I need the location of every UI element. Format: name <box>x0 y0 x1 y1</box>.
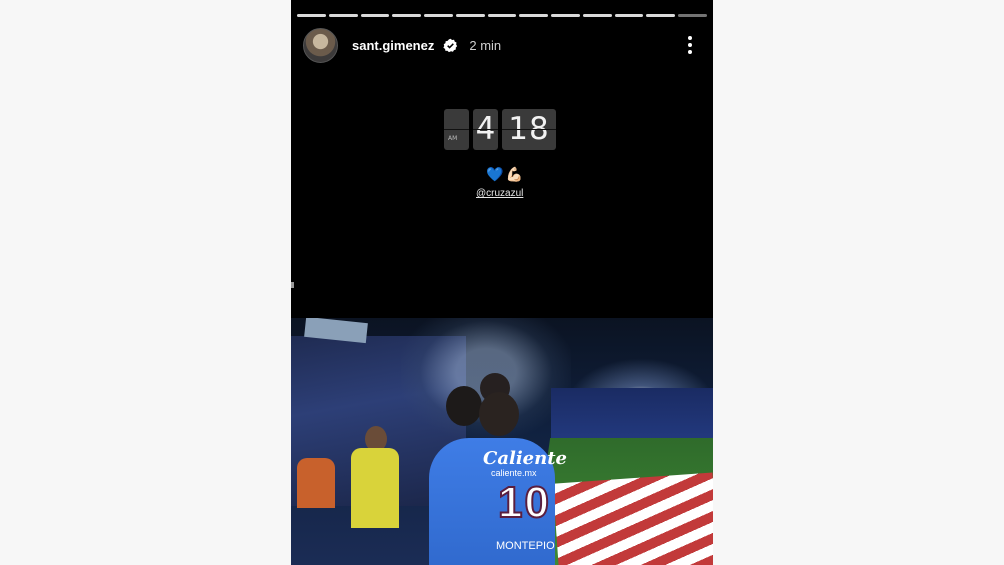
progress-segment <box>551 14 580 17</box>
progress-segment <box>614 14 644 17</box>
jersey-sponsor-url: caliente.mx <box>491 468 537 478</box>
progress-segment <box>297 14 326 17</box>
more-options-button[interactable] <box>679 32 701 58</box>
progress-segment <box>678 14 707 17</box>
avatar[interactable] <box>303 27 338 63</box>
progress-segment <box>360 14 390 17</box>
clock-hour-card: 4 <box>473 109 498 150</box>
more-vertical-icon <box>688 36 692 40</box>
progress-segment <box>519 14 549 17</box>
jersey-sponsor-2: MONTEPIO <box>496 540 555 552</box>
progress-segment <box>424 14 453 17</box>
edge-mark <box>291 282 294 288</box>
progress-segment <box>328 14 358 17</box>
emoji-sticker: 💙 💪🏻 <box>486 166 523 183</box>
player-head <box>479 392 519 436</box>
fan <box>297 458 335 508</box>
story-viewer[interactable]: sant.gimenez 2 min AM 4 18 💙 💪🏻 @cruzazu… <box>291 0 713 565</box>
jersey-number: 10 <box>497 477 551 528</box>
steward-vest <box>351 448 399 528</box>
clock-ampm-card: AM <box>444 109 469 150</box>
blue-heart-emoji: 💙 <box>486 166 504 182</box>
story-progress-bar <box>297 14 707 17</box>
progress-segment <box>487 14 517 17</box>
flexed-biceps-emoji: 💪🏻 <box>505 166 523 182</box>
verified-badge-icon <box>443 38 458 52</box>
mention-sticker[interactable]: @cruzazul <box>476 188 523 199</box>
progress-segment <box>392 14 422 17</box>
banner <box>552 472 713 565</box>
flip-clock: AM 4 18 <box>444 109 556 150</box>
timestamp: 2 min <box>469 37 502 53</box>
jersey-sponsor: Caliente <box>483 448 567 469</box>
player-head <box>446 386 482 426</box>
username[interactable]: sant.gimenez <box>352 38 434 53</box>
progress-segment <box>646 14 676 17</box>
progress-segment <box>455 14 485 17</box>
story-header: sant.gimenez 2 min <box>303 27 701 63</box>
clock-minutes-card: 18 <box>502 109 556 150</box>
story-photo: Caliente caliente.mx 10 MONTEPIO <box>291 318 713 565</box>
progress-segment <box>582 14 612 17</box>
crowd-right <box>551 388 713 443</box>
